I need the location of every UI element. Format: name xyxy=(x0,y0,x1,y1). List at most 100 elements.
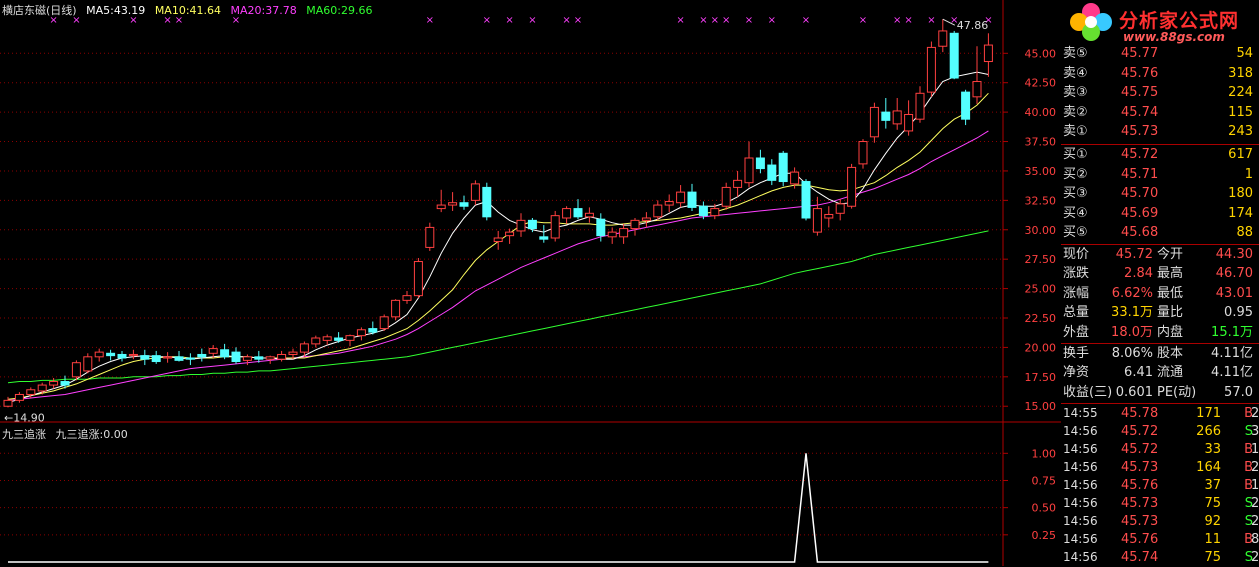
logo-url[interactable]: www.88gs.com xyxy=(1123,30,1225,44)
tick-side: S xyxy=(1244,496,1253,512)
y-tick-label: 30.00 xyxy=(1025,224,1057,237)
signal-mark: × xyxy=(483,15,491,26)
tick-count: 8 xyxy=(1251,532,1259,548)
stat-row: 总量 33.1万 量比 0.95 xyxy=(1061,303,1257,322)
candle-body xyxy=(630,219,640,230)
stat-value: 18.0万 xyxy=(1111,324,1153,340)
candle xyxy=(881,98,891,129)
y-tick-label: 37.50 xyxy=(1025,136,1057,149)
tick-time: 14:56 xyxy=(1063,442,1098,457)
tick-price: 45.76 xyxy=(1121,478,1159,494)
candle xyxy=(482,182,492,221)
bid-volume: 180 xyxy=(1228,186,1253,202)
tick-count: 24 xyxy=(1251,460,1259,476)
tick-count: 16 xyxy=(1251,478,1259,494)
candle-body xyxy=(573,208,583,218)
stat-label: 最高 xyxy=(1157,266,1184,282)
candle xyxy=(391,299,401,321)
candle-body xyxy=(641,217,651,221)
info-value: 0.601 xyxy=(1115,384,1153,400)
candle-body xyxy=(322,336,332,341)
candle-body xyxy=(413,261,423,297)
candle xyxy=(345,334,355,347)
candle-body xyxy=(425,226,435,248)
tick-row: 14:56 45.72 33 B10 xyxy=(1061,440,1259,459)
ask-volume: 243 xyxy=(1228,124,1253,140)
ask-label: 卖② xyxy=(1063,104,1088,120)
bid-row: 买② 45.71 1 xyxy=(1061,165,1257,184)
y-tick-label: 22.50 xyxy=(1025,312,1057,325)
signal-mark: × xyxy=(574,15,582,26)
candle-body xyxy=(721,186,731,207)
ask-label: 卖③ xyxy=(1063,85,1088,101)
y-tick-label: 40.00 xyxy=(1025,106,1057,119)
ask-price: 45.74 xyxy=(1121,104,1159,120)
kline-chart[interactable]: 15.00 17.50 20.00 22.50 25.00 27.50 30.00 32.50… xyxy=(0,0,1061,566)
ask-price: 45.77 xyxy=(1121,46,1159,61)
candle xyxy=(322,334,332,346)
candle-body xyxy=(858,141,868,165)
tick-side: S xyxy=(1244,514,1253,530)
ask-row: 卖② 45.74 115 xyxy=(1061,103,1257,122)
candle-body xyxy=(653,204,663,218)
tick-side: S xyxy=(1244,550,1253,566)
candle xyxy=(664,194,674,213)
candle xyxy=(721,182,731,210)
tick-price: 45.76 xyxy=(1121,532,1159,548)
stat-value: 33.1万 xyxy=(1111,305,1153,321)
info-row: 换手 8.06% 股本 4.11亿 xyxy=(1061,344,1257,363)
candle xyxy=(904,100,914,136)
y-tick-label: 15.00 xyxy=(1025,400,1057,413)
signal-mark: × xyxy=(426,15,434,26)
stat-value: 46.70 xyxy=(1215,266,1253,282)
ask-price: 45.76 xyxy=(1121,65,1159,81)
ma20-value: MA20:37.78 xyxy=(230,4,297,17)
candle-body xyxy=(117,353,127,359)
bid-volume: 174 xyxy=(1228,205,1253,221)
candle-body xyxy=(527,219,537,230)
candle xyxy=(869,102,879,143)
tick-row: 14:56 45.73 75 S21 xyxy=(1061,494,1259,513)
candle-body xyxy=(26,389,36,395)
stat-row: 涨幅 6.62% 最低 43.01 xyxy=(1061,284,1257,303)
stat-label: 内盘 xyxy=(1157,324,1184,340)
candle xyxy=(174,350,184,362)
ma60-value: MA60:29.66 xyxy=(306,4,373,17)
candle-body xyxy=(208,348,218,354)
candle-body xyxy=(482,186,492,218)
candle-body xyxy=(892,110,902,125)
ask-volume: 54 xyxy=(1236,46,1253,61)
ask-volume: 224 xyxy=(1228,85,1253,101)
quote-panel: 卖⑤ 45.77 54 卖④ 45.76 318 卖③ 45.75 224 卖② 45.74 115 卖… xyxy=(1061,0,1259,566)
bid-label: 买② xyxy=(1063,166,1088,182)
info-label: 股本 xyxy=(1157,346,1184,361)
ask-volume: 115 xyxy=(1228,104,1253,120)
candle-body xyxy=(676,191,686,204)
stat-row: 现价 45.72 今开 44.30 xyxy=(1061,245,1257,264)
stat-label: 今开 xyxy=(1157,247,1184,262)
signal-mark: × xyxy=(927,15,935,26)
info-label: 净资 xyxy=(1063,365,1090,381)
y-tick-label: 0.25 xyxy=(1032,529,1057,542)
tick-time: 14:55 xyxy=(1063,406,1098,421)
candle xyxy=(470,180,480,206)
tick-row: 14:56 45.72 266 S36 xyxy=(1061,422,1259,441)
candle xyxy=(755,149,765,174)
tick-volume: 75 xyxy=(1204,496,1221,512)
tick-side: B xyxy=(1244,406,1253,422)
candle xyxy=(926,41,936,97)
tick-side: S xyxy=(1244,424,1253,440)
candle-body xyxy=(299,343,309,353)
tick-count: 26 xyxy=(1251,514,1259,530)
candle-body xyxy=(983,44,993,63)
ask-row: 卖① 45.73 243 xyxy=(1061,122,1257,141)
candle-body xyxy=(128,353,138,357)
tick-volume: 92 xyxy=(1204,514,1221,530)
stat-label: 总量 xyxy=(1063,305,1090,321)
y-tick-label: 0.75 xyxy=(1032,474,1057,487)
y-tick-label: 27.50 xyxy=(1025,253,1057,266)
stat-label: 涨幅 xyxy=(1063,285,1090,301)
candle xyxy=(83,353,93,374)
stat-row: 涨跌 2.84 最高 46.70 xyxy=(1061,264,1257,283)
indicator-header: 九三追涨 九三追涨:0.00 xyxy=(2,426,128,442)
